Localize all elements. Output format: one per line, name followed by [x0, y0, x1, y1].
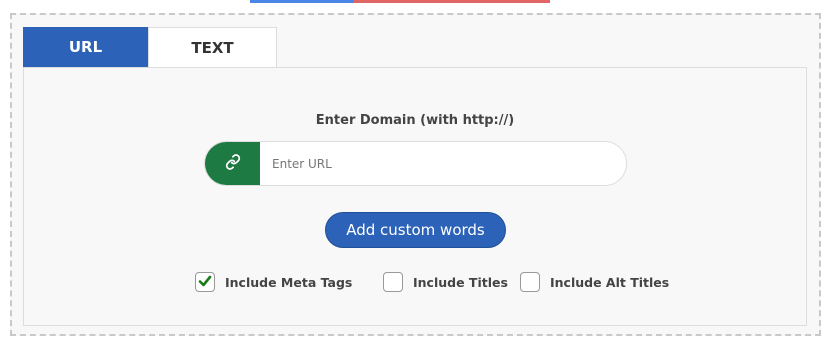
top-accent-bar [250, 0, 550, 3]
tab-bar: URL TEXT [23, 27, 277, 67]
titles-label: Include Titles [413, 274, 508, 290]
option-include-meta-tags[interactable]: Include Meta Tags [195, 272, 352, 292]
check-icon [198, 273, 212, 292]
top-accent-red [354, 0, 550, 3]
alt-titles-checkbox[interactable] [520, 272, 540, 292]
link-button[interactable] [205, 142, 260, 185]
tab-url-label: URL [68, 38, 103, 56]
top-accent-blue [250, 0, 354, 3]
add-custom-words-button[interactable]: Add custom words [325, 212, 506, 248]
alt-titles-label: Include Alt Titles [550, 274, 670, 290]
option-include-titles[interactable]: Include Titles [383, 272, 508, 292]
url-panel: Enter Domain (with http://) Add custom w… [23, 67, 807, 326]
domain-label: Enter Domain (with http://) [315, 113, 515, 128]
titles-checkbox[interactable] [383, 272, 403, 292]
link-icon [225, 153, 241, 174]
url-input[interactable] [260, 142, 626, 185]
options-row: Include Meta Tags Include Titles Include… [24, 272, 806, 296]
option-include-alt-titles[interactable]: Include Alt Titles [520, 272, 669, 292]
tab-text-label: TEXT [191, 38, 234, 57]
tab-url[interactable]: URL [23, 27, 148, 67]
meta-tags-checkbox[interactable] [195, 272, 215, 292]
url-input-group [204, 141, 627, 186]
tab-text[interactable]: TEXT [148, 27, 277, 67]
tool-container: URL TEXT Enter Domain (with http://) Add… [10, 13, 821, 336]
meta-tags-label: Include Meta Tags [225, 274, 353, 290]
